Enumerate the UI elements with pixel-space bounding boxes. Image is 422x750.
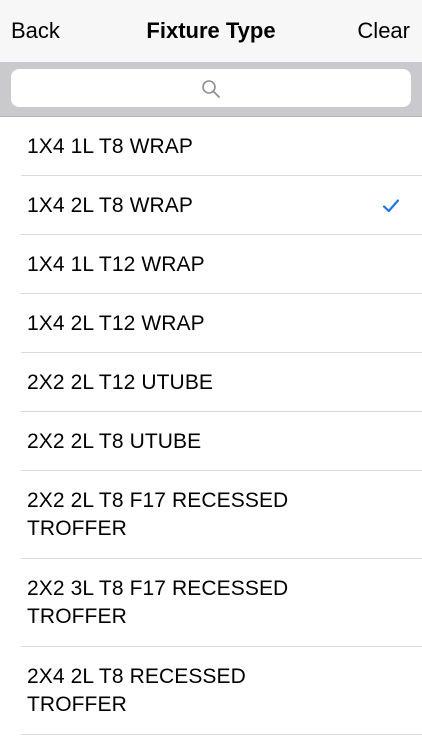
search-field[interactable] [11, 69, 411, 107]
list-item-label: 2X2 2L T8 F17 RECESSED TROFFER [27, 489, 289, 540]
list-item[interactable]: 2X2 2L T8 UTUBE [0, 412, 422, 471]
list-item[interactable]: 2X2 3L T8 F17 RECESSED TROFFER [0, 559, 422, 647]
fixture-type-list: 1X4 1L T8 WRAP 1X4 2L T8 WRAP 1X4 1L T12… [0, 117, 422, 735]
list-item-label: 2X2 2L T8 UTUBE [27, 429, 202, 453]
navigation-bar: Back Fixture Type Clear [0, 0, 422, 62]
list-item[interactable]: 1X4 2L T8 WRAP [0, 176, 422, 235]
search-input[interactable] [11, 69, 411, 107]
checkmark-icon [382, 198, 400, 212]
list-item[interactable]: 1X4 1L T8 WRAP [0, 117, 422, 176]
list-item[interactable]: 2X4 2L T8 RECESSED TROFFER [0, 647, 422, 735]
list-item[interactable]: 1X4 1L T12 WRAP [0, 235, 422, 294]
list-item-label: 1X4 1L T8 WRAP [27, 134, 193, 158]
list-item[interactable]: 2X2 2L T8 F17 RECESSED TROFFER [0, 471, 422, 559]
list-item-label: 1X4 2L T8 WRAP [27, 193, 193, 217]
list-item-label: 2X2 3L T8 F17 RECESSED TROFFER [27, 577, 289, 628]
search-bar [0, 62, 422, 117]
list-item[interactable]: 2X2 2L T12 UTUBE [0, 353, 422, 412]
list-item-label: 2X2 2L T12 UTUBE [27, 370, 214, 394]
list-item[interactable]: 1X4 2L T12 WRAP [0, 294, 422, 353]
list-item-label: 1X4 1L T12 WRAP [27, 252, 205, 276]
list-item-label: 2X4 2L T8 RECESSED TROFFER [27, 665, 246, 716]
list-item-label: 1X4 2L T12 WRAP [27, 311, 205, 335]
clear-button[interactable]: Clear [357, 18, 410, 44]
